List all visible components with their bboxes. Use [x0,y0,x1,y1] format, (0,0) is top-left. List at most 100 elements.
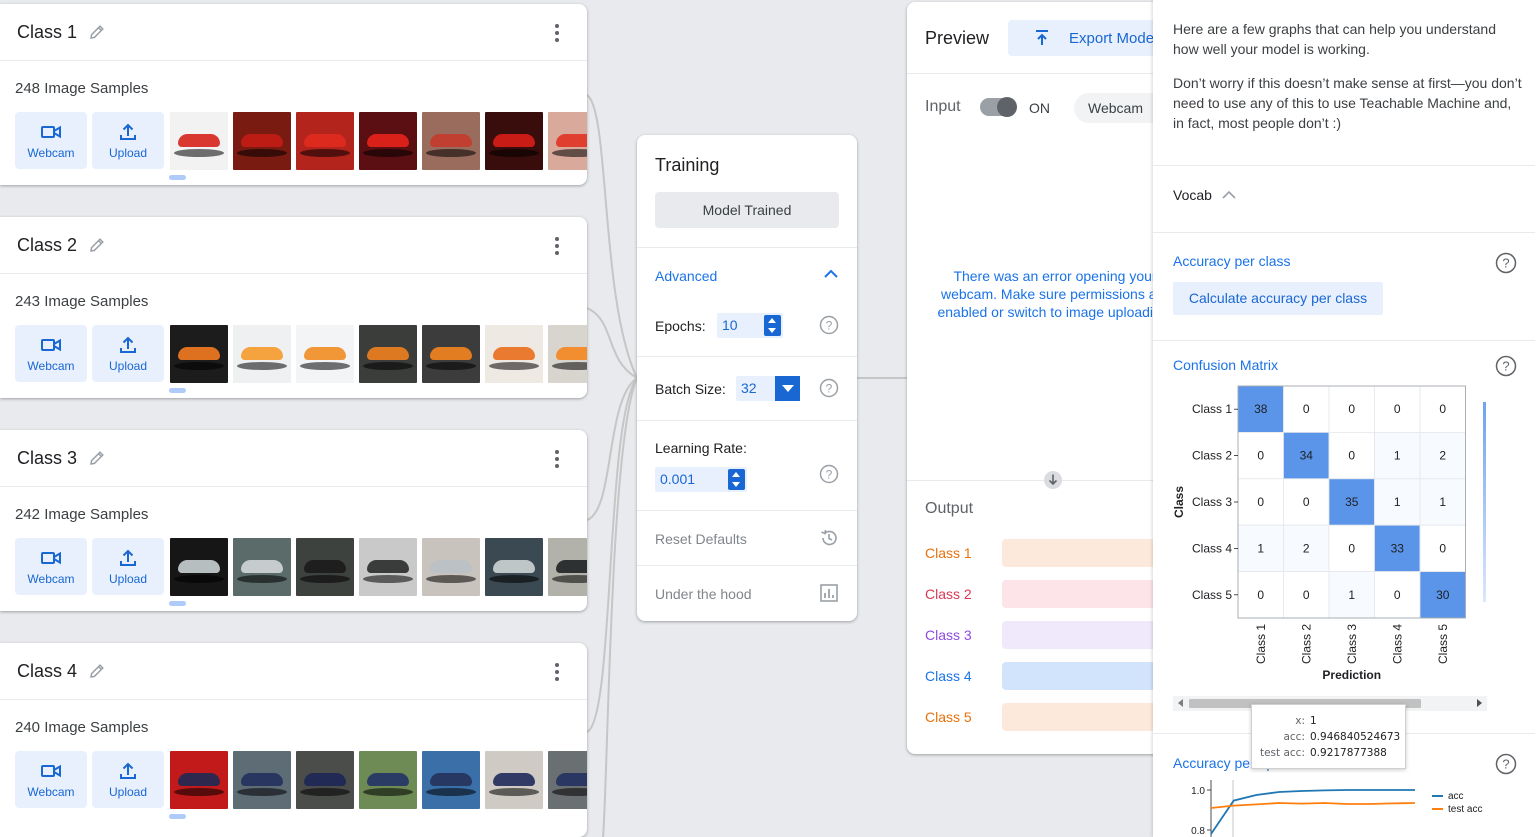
more-options-icon[interactable] [553,237,561,255]
help-icon[interactable]: ? [819,464,839,484]
sample-thumbnail[interactable] [422,112,480,170]
chevron-up-icon[interactable] [1221,190,1237,200]
svg-text:?: ? [826,468,833,482]
sample-thumbnail[interactable] [548,751,587,809]
vocab-toggle[interactable]: Vocab [1173,187,1212,203]
webcam-button[interactable]: Webcam [15,538,87,595]
sample-thumbnail[interactable] [233,325,291,383]
sample-thumbnail[interactable] [548,112,587,170]
sample-thumbnail[interactable] [170,325,228,383]
pencil-icon[interactable] [87,661,107,681]
train-model-button[interactable]: Model Trained [655,192,839,228]
bar-chart-icon[interactable] [819,583,839,603]
webcam-button[interactable]: Webcam [15,112,87,169]
class-name[interactable]: Class 2 [17,235,77,256]
thumbnail-strip[interactable] [170,112,587,170]
advanced-toggle[interactable]: Advanced [655,268,717,284]
sample-thumbnail[interactable] [422,325,480,383]
chevron-up-icon[interactable] [823,268,839,280]
sample-thumbnail[interactable] [359,751,417,809]
more-options-icon[interactable] [553,24,561,42]
thumbnail-strip[interactable] [170,538,587,596]
calculate-accuracy-button[interactable]: Calculate accuracy per class [1173,282,1383,315]
upload-button[interactable]: Upload [92,751,164,808]
history-icon[interactable] [819,528,839,548]
help-icon[interactable]: ? [819,315,839,335]
tooltip-x-value: 1 [1310,715,1317,727]
epochs-input[interactable]: 10 [717,313,783,338]
scroll-left-arrow-icon[interactable] [1178,699,1183,707]
matrix-row-label: Class 1 [1192,402,1232,416]
sample-thumbnail[interactable] [170,112,228,170]
thumbnail-scrollbar[interactable] [169,388,186,393]
under-the-hood-button[interactable]: Under the hood [655,586,752,602]
sample-thumbnail[interactable] [170,538,228,596]
sample-thumbnail[interactable] [359,325,417,383]
class-card-header: Class 3 [0,430,587,487]
sample-thumbnail[interactable] [359,538,417,596]
webcam-button[interactable]: Webcam [15,325,87,382]
sample-thumbnail[interactable] [296,325,354,383]
scroll-right-arrow-icon[interactable] [1477,699,1482,707]
class-card: Class 2 243 Image Samples Webcam Upload [0,217,587,398]
help-icon[interactable]: ? [819,378,839,398]
input-label: Input [925,98,961,115]
sample-thumbnail[interactable] [296,538,354,596]
sample-thumbnail[interactable] [233,112,291,170]
sample-thumbnail[interactable] [422,751,480,809]
sample-thumbnail[interactable] [296,751,354,809]
help-icon[interactable]: ? [1495,355,1517,377]
sample-thumbnail[interactable] [170,751,228,809]
learning-rate-input[interactable]: 0.001 [655,467,747,492]
dropdown-arrow-icon[interactable] [775,376,800,401]
sample-thumbnail[interactable] [233,538,291,596]
input-toggle[interactable] [980,97,1017,117]
help-icon[interactable]: ? [1495,252,1517,274]
matrix-cell-value: 1 [1439,495,1446,509]
sample-thumbnail[interactable] [548,325,587,383]
thumbnail-scrollbar[interactable] [169,601,186,606]
matrix-col-label: Class 2 [1299,624,1313,664]
webcam-button[interactable]: Webcam [15,751,87,808]
sample-thumbnail[interactable] [422,538,480,596]
class-name[interactable]: Class 4 [17,661,77,682]
upload-button[interactable]: Upload [92,112,164,169]
thumbnail-scrollbar[interactable] [169,814,186,819]
tooltip-acc-value: 0.946840524673 [1310,731,1401,743]
help-icon[interactable]: ? [1495,753,1517,775]
more-options-icon[interactable] [553,663,561,681]
thumbnail-strip[interactable] [170,325,587,383]
upload-button[interactable]: Upload [92,538,164,595]
pencil-icon[interactable] [87,448,107,468]
sample-thumbnail[interactable] [485,112,543,170]
class-name[interactable]: Class 1 [17,22,77,43]
upload-button[interactable]: Upload [92,325,164,382]
sample-thumbnail[interactable] [548,538,587,596]
tooltip-acc-key: acc: [1283,731,1305,743]
pencil-icon[interactable] [87,235,107,255]
thumbnail-strip[interactable] [170,751,587,809]
sample-thumbnail[interactable] [359,112,417,170]
batch-size-select[interactable]: 32 [736,376,800,401]
batch-size-value: 32 [741,380,757,396]
sample-thumbnail[interactable] [485,325,543,383]
matrix-row-label: Class 4 [1192,541,1232,555]
sample-thumbnail[interactable] [233,751,291,809]
sample-thumbnail[interactable] [485,538,543,596]
thumbnail-scrollbar[interactable] [169,175,186,180]
epochs-label: Epochs: [655,318,706,334]
learning-rate-stepper[interactable] [728,469,745,490]
sample-thumbnail[interactable] [296,112,354,170]
video-camera-icon [41,125,61,139]
more-options-icon[interactable] [553,450,561,468]
epochs-stepper[interactable] [764,315,781,336]
webcam-label: Webcam [27,572,75,586]
sample-count: 248 Image Samples [15,80,149,97]
class-name[interactable]: Class 3 [17,448,77,469]
reset-defaults-button[interactable]: Reset Defaults [655,531,747,547]
intro-text: Here are a few graphs that can help you … [1173,21,1496,57]
pencil-icon[interactable] [87,22,107,42]
export-model-button[interactable]: Export Mode [1008,20,1167,56]
matrix-cell-value: 0 [1257,588,1264,602]
sample-thumbnail[interactable] [485,751,543,809]
